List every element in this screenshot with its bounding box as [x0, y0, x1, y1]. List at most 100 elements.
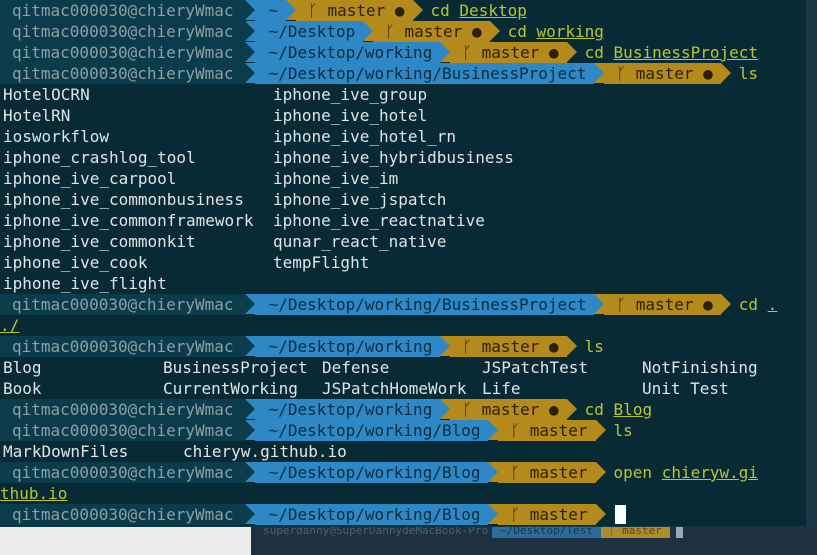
branch-dirty-indicator: ● — [471, 22, 482, 41]
wrapped-line: ./ — [0, 315, 19, 336]
prompt-line: qitmac000030@chieryWmac ~/Desktop/working… — [0, 336, 604, 357]
prompt-branch: ᚴ master ● — [450, 336, 567, 357]
powerline-arrow-icon — [244, 42, 255, 62]
powerline-arrow-icon — [566, 336, 577, 356]
command: cd — [507, 22, 527, 41]
git-branch-icon: ᚴ — [462, 43, 482, 62]
powerline-arrow-icon — [440, 336, 451, 356]
list-item: HotelOCRN — [3, 85, 90, 104]
command: cd — [584, 400, 604, 419]
prompt-branch: ᚴ master ● — [604, 63, 721, 84]
list-item: Unit Test — [642, 379, 729, 398]
list-item: iphone_ive_hybridbusiness — [273, 148, 514, 167]
branch-name: master — [529, 463, 588, 482]
prompt-directory: ~/Desktop/working/BusinessProject — [254, 294, 595, 315]
command-argument: BusinessProject — [613, 43, 759, 62]
list-item: iphone_ive_im — [273, 169, 399, 188]
prompt-directory: ~/Desktop/working — [254, 336, 441, 357]
branch-name: master — [327, 1, 386, 20]
prompt-user: qitmac000030@chieryWmac — [0, 294, 245, 315]
command: ls — [584, 337, 604, 356]
branch-name: master — [529, 421, 588, 440]
prompt-branch: ᚴ master — [498, 420, 596, 441]
list-item: iphone_ive_commonframework — [3, 211, 254, 230]
git-branch-icon: ᚴ — [510, 421, 530, 440]
terminal-scrollbar[interactable] — [806, 0, 817, 527]
prompt-user: qitmac000030@chieryWmac — [0, 399, 245, 420]
powerline-arrow-icon — [720, 294, 731, 314]
powerline-arrow-icon — [595, 462, 606, 482]
list-item: qunar_react_native — [273, 232, 447, 251]
prompt-branch: ᚴ master ● — [450, 42, 567, 63]
powerline-arrow-icon — [244, 21, 255, 41]
branch-name: master — [481, 337, 540, 356]
powerline-arrow-icon — [594, 63, 605, 83]
powerline-arrow-icon — [244, 504, 255, 524]
prompt-line: qitmac000030@chieryWmac ~/Desktop/working… — [0, 294, 777, 315]
prompt-directory: ~/Desktop/working — [254, 42, 441, 63]
list-item: Defense — [322, 358, 390, 377]
prompt-user: qitmac000030@chieryWmac — [0, 336, 245, 357]
prompt-directory: ~/Desktop/working/Blog — [254, 462, 489, 483]
command: cd — [738, 295, 759, 314]
prompt-line: qitmac000030@chieryWmac ~/Desktop ᚴ master… — [0, 21, 604, 42]
list-item: Book — [3, 379, 42, 398]
powerline-arrow-icon — [594, 294, 605, 314]
prompt-user: qitmac000030@chieryWmac — [0, 504, 245, 525]
prompt-user: qitmac000030@chieryWmac — [0, 21, 245, 42]
list-item: tempFlight — [273, 253, 370, 272]
powerline-arrow-icon — [595, 420, 606, 440]
git-branch-icon: ᚴ — [462, 337, 482, 356]
powerline-arrow-icon — [489, 21, 500, 41]
prompt-directory: ~/Desktop/working/Blog — [254, 504, 489, 525]
command-argument: working — [536, 22, 604, 41]
powerline-arrow-icon — [286, 0, 297, 20]
command: open — [613, 463, 653, 482]
prompt-line: qitmac000030@chieryWmac ~/Desktop/working… — [0, 504, 626, 525]
git-branch-icon: ᚴ — [510, 463, 530, 482]
text-cursor[interactable] — [614, 505, 626, 524]
prompt-line: qitmac000030@chieryWmac ~ ᚴ master ● cd Des… — [0, 0, 527, 21]
prompt-line: qitmac000030@chieryWmac ~/Desktop/working… — [0, 42, 758, 63]
command: ls — [613, 421, 633, 440]
git-branch-icon: ᚴ — [616, 64, 636, 83]
prompt-line: qitmac000030@chieryWmac ~/Desktop/working… — [0, 462, 758, 483]
branch-dirty-indicator: ● — [549, 43, 559, 62]
command-argument: Blog — [613, 400, 653, 419]
prompt-user: qitmac000030@chieryWmac — [0, 0, 245, 21]
list-item: iphone_ive_commonbusiness — [3, 190, 244, 209]
powerline-arrow-icon — [440, 42, 451, 62]
list-item: Life — [482, 379, 521, 398]
command: cd — [430, 1, 450, 20]
prompt-branch: ᚴ master ● — [604, 294, 721, 315]
git-branch-icon: ᚴ — [308, 1, 328, 20]
prompt-branch: ᚴ master — [498, 462, 596, 483]
branch-dirty-indicator: ● — [394, 1, 405, 20]
prompt-user: qitmac000030@chieryWmac — [0, 63, 245, 84]
powerline-arrow-icon — [244, 336, 255, 356]
list-item: Blog — [3, 358, 42, 377]
command: cd — [584, 43, 604, 62]
terminal-window[interactable]: qitmac000030@chieryWmac ~ ᚴ master ● cd Des… — [0, 0, 806, 527]
git-branch-icon: ᚴ — [385, 22, 405, 41]
powerline-arrow-icon — [412, 0, 423, 20]
prompt-directory: ~ — [254, 0, 287, 21]
command-argument-continuation: thub.io — [0, 484, 68, 503]
prompt-branch: ᚴ master ● — [450, 399, 567, 420]
powerline-arrow-icon — [566, 399, 577, 419]
git-branch-icon: ᚴ — [616, 295, 636, 314]
branch-name: master — [635, 64, 694, 83]
branch-dirty-indicator: ● — [703, 295, 713, 314]
prompt-line: qitmac000030@chieryWmac ~/Desktop/working… — [0, 420, 633, 441]
powerline-arrow-icon — [440, 399, 451, 419]
branch-name: master — [635, 295, 694, 314]
list-item: BusinessProject — [163, 358, 308, 377]
list-item: MarkDownFiles — [3, 442, 129, 461]
command-argument: chieryw.gi — [661, 463, 759, 482]
powerline-arrow-icon — [720, 63, 731, 83]
branch-dirty-indicator: ● — [703, 64, 713, 83]
powerline-arrow-icon — [566, 42, 577, 62]
prompt-directory: ~/Desktop/working/BusinessProject — [254, 63, 595, 84]
list-item: NotFinishing — [642, 358, 758, 377]
list-item: iphone_ive_hotel_rn — [273, 127, 457, 146]
